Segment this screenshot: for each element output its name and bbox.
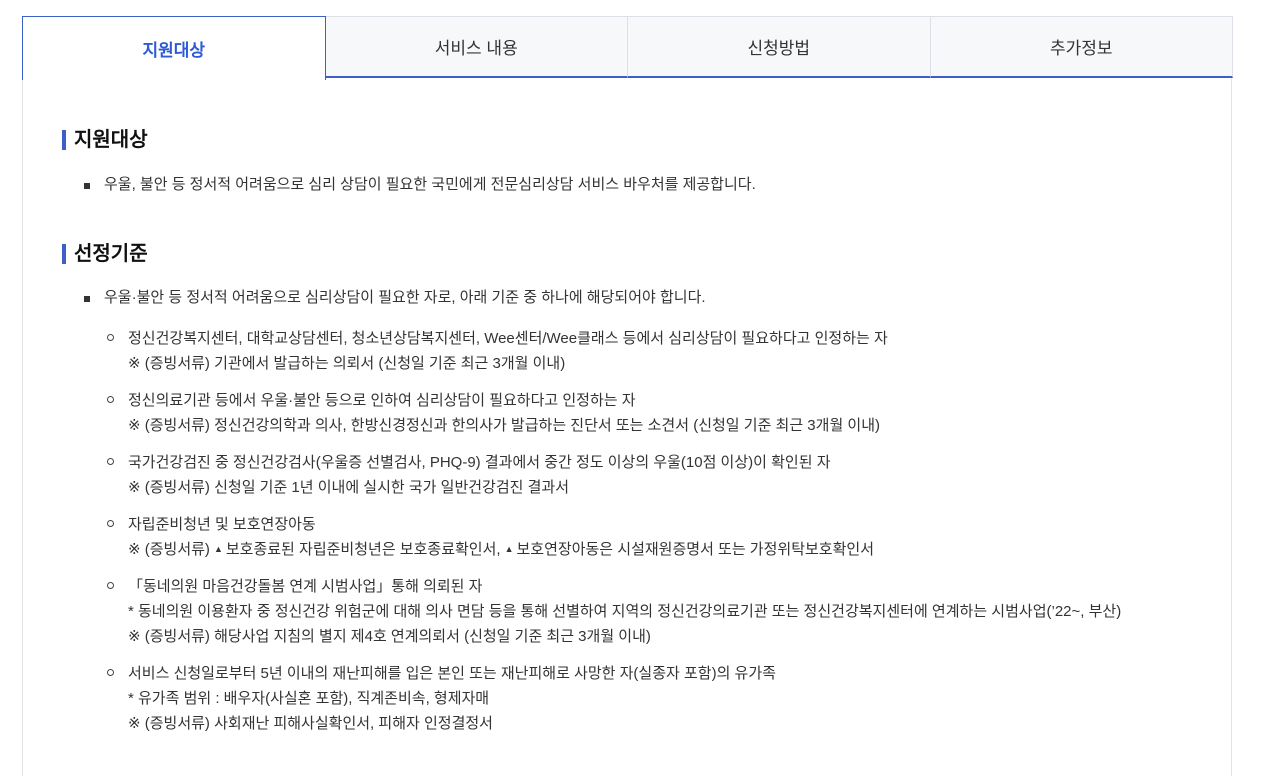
tab-service-content[interactable]: 서비스 내용 (325, 16, 628, 78)
criteria-item-text: 국가건강검진 중 정신건강검사(우울증 선별검사, PHQ-9) 결과에서 중간… (128, 454, 831, 471)
circle-bullet-icon (107, 520, 114, 527)
criteria-item-note: ※ (증빙서류) ▲ 보호종료된 자립준비청년은 보호종료확인서, ▲ 보호연장아동은 … (128, 537, 1212, 562)
criteria-item-note: ※ (증빙서류) 사회재난 피해사실확인서, 피해자 인정결정서 (128, 715, 493, 732)
circle-bullet-icon (107, 458, 114, 465)
criteria-item-note: * 유가족 범위 : 배우자(사실혼 포함), 직계존비속, 형제자매 (128, 690, 490, 707)
tab-bar: 지원대상 서비스 내용 신청방법 추가정보 (22, 16, 1233, 80)
circle-bullet-icon (107, 669, 114, 676)
criteria-item-note: * 동네의원 이용환자 중 정신건강 위험군에 대해 의사 면담 등을 통해 선… (128, 603, 1122, 620)
criteria-item: 정신건강복지센터, 대학교상담센터, 청소년상담복지센터, Wee센터/Wee클… (62, 326, 1212, 376)
criteria-item: 자립준비청년 및 보호연장아동 ※ (증빙서류) ▲ 보호종료된 자립준비청년은 보… (62, 512, 1212, 562)
criteria-item-text: 정신의료기관 등에서 우울·불안 등으로 인하여 심리상담이 필요하다고 인정하… (128, 392, 636, 409)
criteria-item: 정신의료기관 등에서 우울·불안 등으로 인하여 심리상담이 필요하다고 인정하… (62, 388, 1212, 438)
section-title-target: 지원대상 (62, 130, 1212, 150)
circle-bullet-icon (107, 334, 114, 341)
target-description: 우울, 불안 등 정서적 어려움으로 심리 상담이 필요한 국민에게 전문심리상… (62, 174, 1212, 196)
criteria-item-text: 자립준비청년 및 보호연장아동 (128, 516, 316, 533)
circle-bullet-icon (107, 582, 114, 589)
circle-bullet-icon (107, 396, 114, 403)
tab-apply-method[interactable]: 신청방법 (628, 16, 931, 78)
criteria-item-note: ※ (증빙서류) 정신건강의학과 의사, 한방신경정신과 한의사가 발급하는 진… (128, 417, 881, 434)
criteria-item: 국가건강검진 중 정신건강검사(우울증 선별검사, PHQ-9) 결과에서 중간… (62, 450, 1212, 500)
tab-target[interactable]: 지원대상 (22, 16, 326, 80)
triangle-icon: ▲ (504, 544, 514, 554)
criteria-item-note: ※ (증빙서류) 해당사업 지침의 별지 제4호 연계의뢰서 (신청일 기준 최… (128, 628, 651, 645)
note-prefix: ※ (증빙서류) (128, 541, 210, 558)
criteria-item-note: ※ (증빙서류) 기관에서 발급하는 의뢰서 (신청일 기준 최근 3개월 이내… (128, 355, 566, 372)
tab-additional-info[interactable]: 추가정보 (930, 16, 1233, 78)
tab-panel: 지원대상 우울, 불안 등 정서적 어려움으로 심리 상담이 필요한 국민에게 … (62, 130, 1212, 736)
criteria-item-text: 「동네의원 마음건강돌봄 연계 시범사업」통해 의뢰된 자 (128, 578, 483, 595)
triangle-icon: ▲ (213, 544, 223, 554)
criteria-item-text: 서비스 신청일로부터 5년 이내의 재난피해를 입은 본인 또는 재난피해로 사… (128, 665, 776, 682)
note-part-a: 보호종료된 자립준비청년은 보호종료확인서, (225, 541, 501, 558)
note-part-b: 보호연장아동은 시설재원증명서 또는 가정위탁보호확인서 (516, 541, 875, 558)
section-title-criteria: 선정기준 (62, 244, 1212, 264)
criteria-item: 서비스 신청일로부터 5년 이내의 재난피해를 입은 본인 또는 재난피해로 사… (62, 661, 1212, 736)
criteria-item-note: ※ (증빙서류) 신청일 기준 1년 이내에 실시한 국가 일반건강검진 결과서 (128, 479, 570, 496)
criteria-item: 「동네의원 마음건강돌봄 연계 시범사업」통해 의뢰된 자 * 동네의원 이용환… (62, 574, 1212, 649)
criteria-item-text: 정신건강복지센터, 대학교상담센터, 청소년상담복지센터, Wee센터/Wee클… (128, 330, 888, 347)
criteria-intro: 우울·불안 등 정서적 어려움으로 심리상담이 필요한 자로, 아래 기준 중 … (62, 287, 1212, 309)
